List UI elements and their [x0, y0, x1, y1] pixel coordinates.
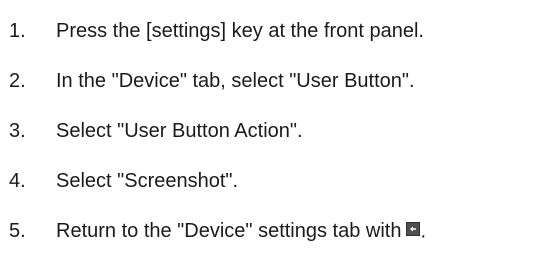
step-number: 1. [9, 20, 26, 42]
step-text: Return to the "Device" settings tab with [56, 219, 402, 242]
step-text: Select "User Button Action". [56, 120, 303, 142]
step-trailing-period: . [420, 220, 427, 243]
step-number: 3. [9, 120, 26, 142]
step-text: In the "Device" tab, select "User Button… [56, 70, 415, 92]
step-number: 4. [9, 170, 26, 192]
step-text: Select "Screenshot". [56, 170, 239, 192]
back-arrow-key-icon [406, 222, 421, 237]
step-text: Press the [settings] key at the front pa… [56, 20, 424, 42]
step-number: 5. [9, 220, 26, 242]
step-number: 2. [9, 70, 26, 92]
step-text-with-icon: Return to the "Device" settings tab with… [56, 215, 426, 248]
